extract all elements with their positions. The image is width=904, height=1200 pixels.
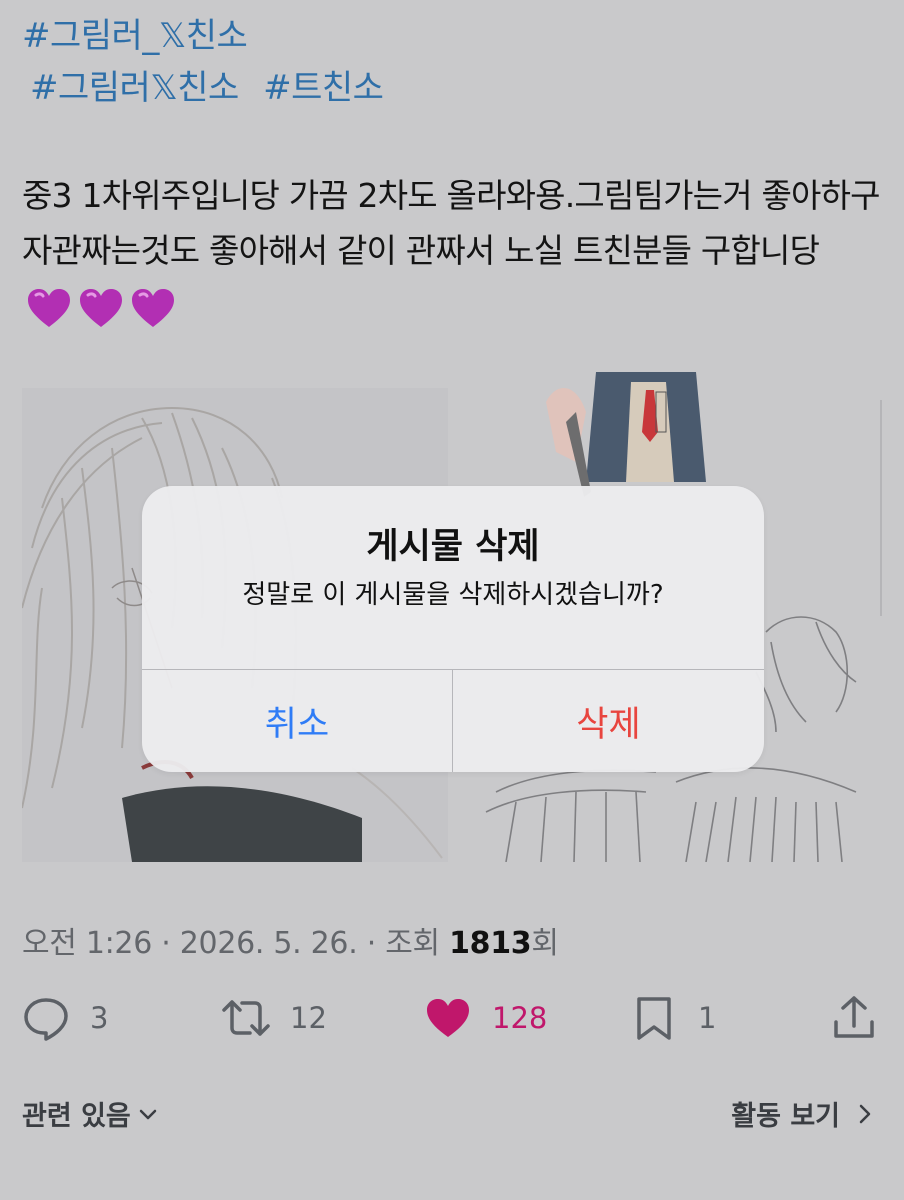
activity-label: 활동 보기 bbox=[731, 1101, 840, 1132]
bookmark-icon bbox=[637, 997, 671, 1040]
purple-hearts-emoji bbox=[26, 287, 176, 329]
related-label: 관련 있음 bbox=[22, 1101, 131, 1132]
retweet-button[interactable]: 12 bbox=[222, 994, 327, 1042]
purple-heart-icon bbox=[80, 288, 122, 327]
reply-button[interactable]: 3 bbox=[22, 994, 108, 1042]
purple-heart-icon bbox=[28, 288, 70, 327]
dialog-title: 게시물 삭제 bbox=[366, 527, 540, 567]
like-button[interactable]: 128 bbox=[424, 994, 547, 1042]
views-count: 1813 bbox=[449, 926, 532, 961]
related-toggle[interactable]: 관련 있음 bbox=[22, 1094, 159, 1133]
hashtag-link[interactable]: #그림러𝕏친소 bbox=[30, 68, 239, 108]
views-suffix: 회 bbox=[531, 926, 559, 961]
cancel-button[interactable]: 취소 bbox=[142, 670, 452, 772]
views-label: 조회 bbox=[385, 926, 440, 961]
meta-separator: · bbox=[366, 926, 377, 961]
chevron-right-icon bbox=[859, 1104, 871, 1123]
delete-button[interactable]: 삭제 bbox=[453, 670, 764, 772]
reply-icon bbox=[24, 998, 68, 1041]
delete-post-dialog: 게시물 삭제 정말로 이 게시물을 삭제하시겠습니까? 취소 삭제 bbox=[142, 486, 764, 772]
post-text: 중3 1차위주입니당 가끔 2차도 올라와용.그림팀가는거 좋아하구 자관짜는것… bbox=[22, 168, 882, 333]
dialog-message: 정말로 이 게시물을 삭제하시겠습니까? bbox=[242, 580, 664, 610]
share-button[interactable] bbox=[830, 994, 878, 1042]
retweet-count: 12 bbox=[290, 1001, 327, 1035]
chevron-down-icon bbox=[139, 1109, 157, 1119]
hashtag-link[interactable]: #트친소 bbox=[263, 68, 384, 108]
bookmark-button[interactable]: 1 bbox=[630, 994, 716, 1042]
media-scrollbar bbox=[880, 400, 882, 616]
reply-count: 3 bbox=[90, 1001, 109, 1035]
hashtag-link[interactable]: #그림러_𝕏친소 bbox=[22, 16, 248, 56]
purple-heart-icon bbox=[132, 288, 174, 327]
post-date: 2026. 5. 26. bbox=[179, 926, 358, 961]
post-body: 중3 1차위주입니당 가끔 2차도 올라와용.그림팀가는거 좋아하구 자관짜는것… bbox=[22, 176, 881, 270]
bookmark-count: 1 bbox=[698, 1001, 717, 1035]
hashtag-line-1: #그림러_𝕏친소 bbox=[22, 8, 261, 57]
view-activity-link[interactable]: 활동 보기 bbox=[731, 1094, 876, 1133]
hashtag-line-2: #그림러𝕏친소 #트친소 bbox=[30, 60, 397, 109]
post-time: 오전 1:26 bbox=[22, 926, 153, 961]
post-meta: 오전 1:26 · 2026. 5. 26. · 조회 1813회 bbox=[22, 918, 559, 962]
heart-filled-icon bbox=[427, 999, 469, 1037]
retweet-icon bbox=[222, 1000, 270, 1036]
share-icon bbox=[834, 996, 874, 1038]
meta-separator: · bbox=[161, 926, 171, 961]
like-count: 128 bbox=[492, 1001, 548, 1035]
